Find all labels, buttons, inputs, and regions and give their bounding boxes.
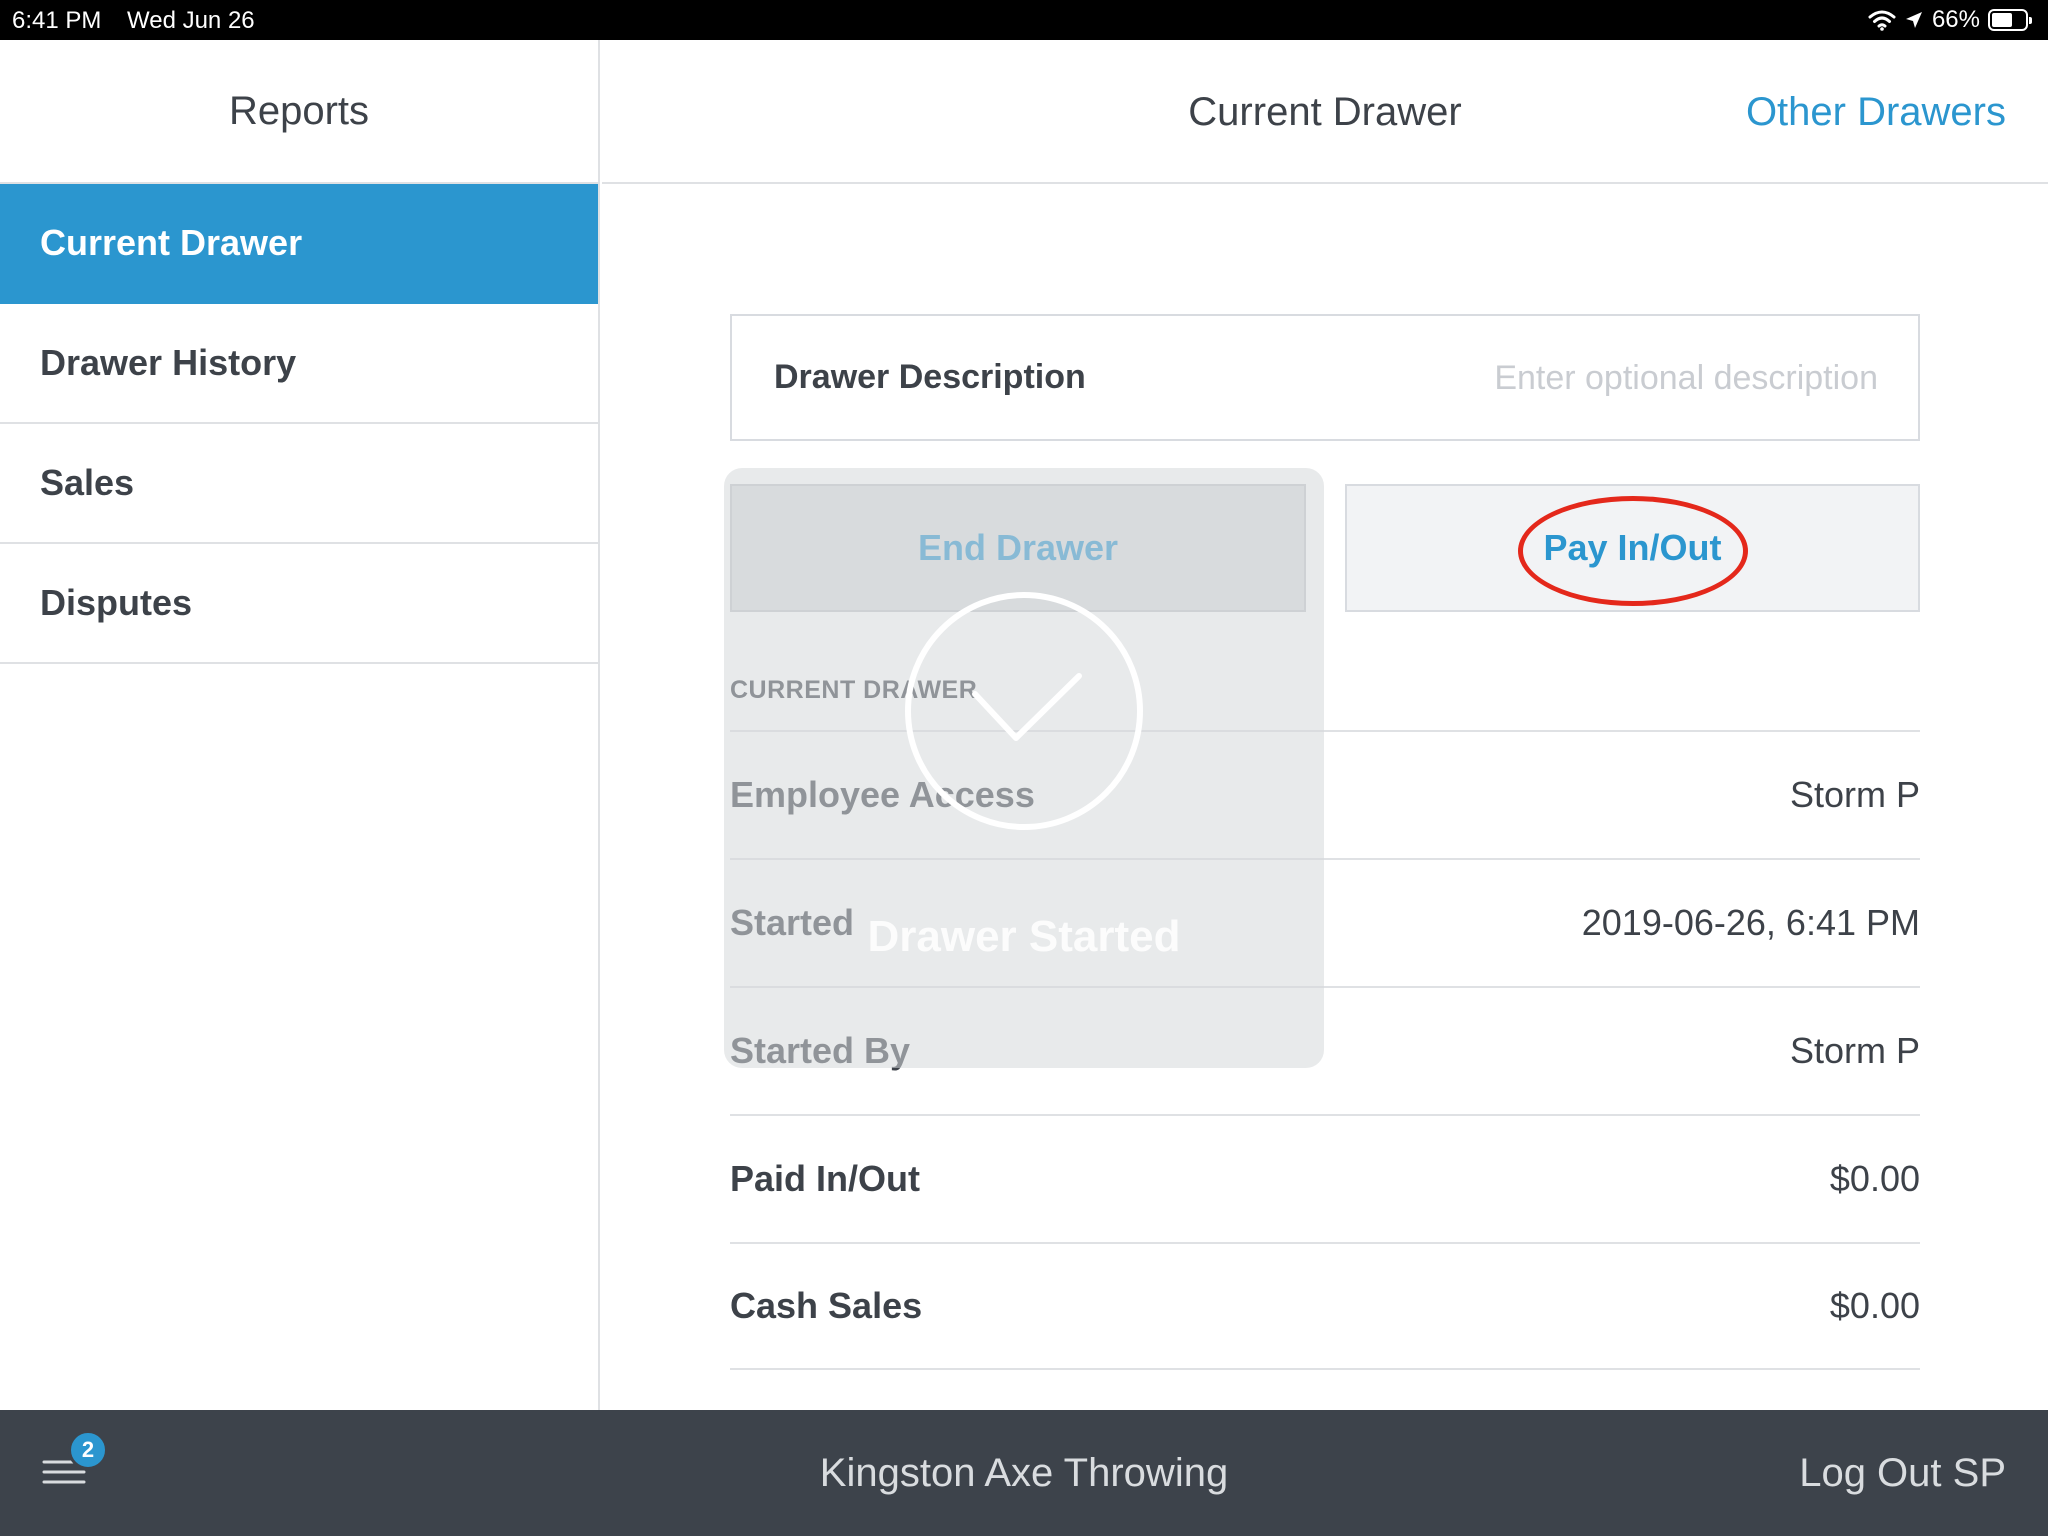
sidebar: Reports Current Drawer Drawer History Sa… xyxy=(0,40,600,1410)
battery-nub xyxy=(2029,17,2032,24)
row-value: Storm P xyxy=(1789,1030,1920,1071)
other-drawers-button[interactable]: Other Drawers xyxy=(1746,40,2006,184)
sidebar-item-disputes[interactable]: Disputes xyxy=(0,544,598,664)
row-value: $0.00 xyxy=(1829,1158,1920,1199)
row-started-by: Started By Storm P xyxy=(730,986,1920,1114)
main-header: Current Drawer Other Drawers xyxy=(602,40,2048,184)
battery-icon xyxy=(1988,9,2032,31)
bottom-bar: 2 Kingston Axe Throwing Log Out SP xyxy=(0,1410,2048,1536)
drawer-description-field[interactable]: Drawer Description xyxy=(730,314,1920,441)
drawer-details-list: Employee Access Storm P Started 2019-06-… xyxy=(730,730,1920,1370)
row-paid-in-out: Paid In/Out $0.00 xyxy=(730,1114,1920,1242)
section-title: CURRENT DRAWER xyxy=(730,676,978,704)
business-name: Kingston Axe Throwing xyxy=(819,1450,1229,1495)
row-cash-sales: Cash Sales $0.00 xyxy=(730,1242,1920,1370)
log-out-button[interactable]: Log Out SP xyxy=(1799,1410,2006,1536)
row-value: $0.00 xyxy=(1829,1285,1920,1326)
row-label: Paid In/Out xyxy=(730,1158,921,1199)
row-value: Storm P xyxy=(1789,774,1920,815)
drawer-description-input[interactable] xyxy=(1318,350,1878,406)
drawer-description-label: Drawer Description xyxy=(774,358,1086,396)
battery-text: 66% xyxy=(1931,6,1980,33)
status-bar: 6:41 PM Wed Jun 26 66% xyxy=(0,0,2048,40)
status-right-group: 66% xyxy=(1868,5,2032,35)
row-label: Cash Sales xyxy=(730,1285,923,1326)
sidebar-item-current-drawer[interactable]: Current Drawer xyxy=(0,184,598,304)
row-value: 2019-06-26, 6:41 PM xyxy=(1581,902,1920,943)
row-label: Employee Access xyxy=(730,774,1035,815)
sidebar-title: Reports xyxy=(228,88,370,133)
sidebar-item-drawer-history[interactable]: Drawer History xyxy=(0,304,598,424)
battery-fill xyxy=(1992,13,2012,27)
sidebar-item-sales[interactable]: Sales xyxy=(0,424,598,544)
sidebar-header: Reports xyxy=(0,40,598,184)
end-drawer-button[interactable]: End Drawer xyxy=(730,484,1306,612)
wifi-icon xyxy=(1868,9,1896,31)
status-time: 6:41 PM xyxy=(12,7,102,34)
row-employee-access: Employee Access Storm P xyxy=(730,730,1920,858)
location-icon xyxy=(1904,10,1924,30)
row-label: Started By xyxy=(730,1030,911,1071)
row-label: Started xyxy=(730,902,855,943)
pay-in-out-button[interactable]: Pay In/Out xyxy=(1345,484,1920,612)
row-started: Started 2019-06-26, 6:41 PM xyxy=(730,858,1920,986)
notification-badge: 2 xyxy=(68,1430,108,1470)
status-date: Wed Jun 26 xyxy=(127,7,255,34)
